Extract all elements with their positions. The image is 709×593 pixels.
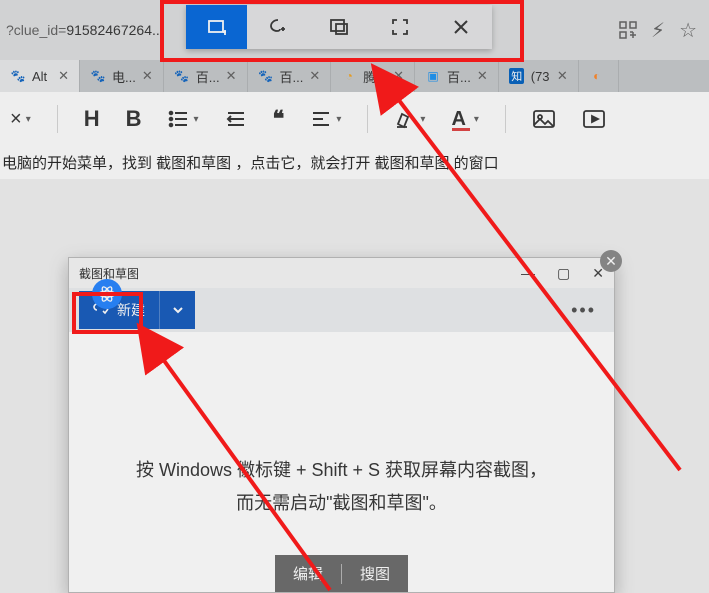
tab-label: (73	[531, 69, 550, 84]
image-button[interactable]	[532, 108, 556, 130]
tip-message: 按 Windows 徽标键 + Shift + S 获取屏幕内容截图， 而无需启…	[136, 454, 547, 519]
favicon-generic-icon: ▣	[425, 68, 441, 84]
tab-item[interactable]: ▣ 百... ✕	[415, 60, 499, 92]
editor-toolbar: ×▾ H B ▾ ❝ ▾ ▾ A ▾	[0, 92, 709, 146]
chevron-down-icon: ▾	[336, 114, 341, 125]
tab-label: 百...	[280, 67, 304, 86]
tab-label: 百...	[196, 67, 220, 86]
tip-line-2: 而无需启动"截图和草图"。	[136, 487, 547, 519]
close-icon[interactable]: ✕	[58, 68, 69, 84]
url-prefix: ?clue_id=	[6, 22, 66, 38]
snip-rect-button[interactable]	[186, 5, 247, 49]
snip-window-content: 按 Windows 徽标键 + Shift + S 获取屏幕内容截图， 而无需启…	[69, 332, 614, 592]
more-icon[interactable]: •••	[571, 300, 596, 321]
snip-fullscreen-button[interactable]	[370, 5, 431, 49]
tab-item[interactable]: 🐾 电... ✕	[80, 60, 164, 92]
command-bar: 新建 •••	[69, 288, 614, 332]
highlight-button[interactable]: ▾	[394, 108, 425, 130]
new-snip-label: 新建	[117, 300, 145, 320]
tab-strip: 🐾 Alt ✕ 🐾 电... ✕ 🐾 百... ✕ 🐾 百... ✕ ◔ 腾..…	[0, 60, 709, 92]
favicon-baidu-icon: 🐾	[258, 68, 274, 84]
tab-active[interactable]: 🐾 Alt ✕	[0, 60, 80, 92]
snip-window-button[interactable]	[308, 5, 369, 49]
window-titlebar: 截图和草图 — ▢ ✕	[69, 258, 614, 288]
chevron-down-icon: ▾	[194, 114, 199, 125]
tip-line-1: 按 Windows 徽标键 + Shift + S 获取屏幕内容截图，	[136, 454, 547, 486]
favicon-tencent-icon: ◔	[341, 68, 357, 84]
action-pill: 编辑 搜图	[275, 555, 408, 592]
tab-item[interactable]: 知 (73 ✕	[499, 60, 579, 92]
favicon-baidu-icon: 🐾	[174, 68, 190, 84]
tab-item[interactable]: ◔ 腾... ✕	[331, 60, 415, 92]
font-default-label: ×	[10, 108, 22, 131]
heading-button[interactable]: H	[84, 106, 100, 132]
star-icon[interactable]: ☆	[679, 18, 697, 43]
favicon-baidu-icon: 🐾	[90, 68, 106, 84]
snip-freeform-button[interactable]	[247, 5, 308, 49]
outdent-button[interactable]	[225, 108, 247, 130]
url-value: 91582467264...	[66, 22, 163, 38]
pill-edit-button[interactable]: 编辑	[275, 555, 341, 592]
minimize-icon[interactable]: —	[521, 265, 535, 282]
snip-close-button[interactable]	[431, 5, 492, 49]
close-icon[interactable]: ✕	[226, 68, 237, 84]
heading-label: H	[84, 106, 100, 132]
chevron-down-icon: ▾	[420, 114, 425, 125]
close-icon[interactable]: ✕	[557, 68, 568, 84]
favicon-baidu-icon: 🐾	[10, 68, 26, 84]
separator	[57, 105, 58, 133]
align-button[interactable]: ▾	[310, 108, 341, 130]
tab-item[interactable]: 🐾 百... ✕	[164, 60, 248, 92]
color-underline	[452, 128, 470, 131]
separator	[367, 105, 368, 133]
snip-sketch-window: 截图和草图 — ▢ ✕ 新建 ••• 按 Windows 徽标键 + Shift…	[68, 257, 615, 593]
tab-item[interactable]: ◐	[579, 60, 619, 92]
bold-label: B	[126, 106, 142, 132]
tab-label: 腾...	[363, 67, 387, 86]
favicon-zhihu-icon: 知	[509, 68, 525, 84]
close-icon[interactable]: ✕	[477, 68, 488, 84]
new-snip-dropdown[interactable]	[159, 291, 195, 329]
favicon-generic-icon: ◐	[589, 68, 605, 84]
tab-item[interactable]: 🐾 百... ✕	[248, 60, 332, 92]
article-text: 电脑的开始菜单，找到 截图和草图 ，点击它，就会打开 截图和草图 的窗口	[0, 146, 709, 179]
browser-top-right-controls: ⚡︎ ☆	[619, 18, 703, 43]
maximize-icon[interactable]: ▢	[557, 265, 570, 282]
close-icon[interactable]: ✕	[309, 68, 320, 84]
list-button[interactable]: ▾	[168, 108, 199, 130]
atom-badge-icon	[92, 279, 122, 309]
tab-label: Alt	[32, 69, 47, 84]
chevron-down-icon: ▾	[474, 114, 479, 125]
chevron-down-icon: ▾	[26, 114, 31, 125]
close-icon[interactable]: ✕	[393, 68, 404, 84]
bold-button[interactable]: B	[126, 106, 142, 132]
font-default-button[interactable]: ×▾	[10, 108, 31, 131]
video-button[interactable]	[582, 108, 606, 130]
pill-search-button[interactable]: 搜图	[342, 555, 408, 592]
text-color-button[interactable]: A ▾	[451, 108, 478, 131]
overlay-close-icon[interactable]: ✕	[600, 250, 622, 272]
lightning-icon[interactable]: ⚡︎	[651, 18, 665, 43]
separator	[505, 105, 506, 133]
quote-button[interactable]: ❝	[273, 106, 285, 132]
qr-icon[interactable]	[619, 21, 637, 39]
snip-mode-toolbar	[186, 5, 492, 49]
quote-label: ❝	[273, 106, 285, 132]
tab-label: 电...	[112, 67, 136, 86]
close-icon[interactable]: ✕	[142, 68, 153, 84]
tab-label: 百...	[447, 67, 471, 86]
